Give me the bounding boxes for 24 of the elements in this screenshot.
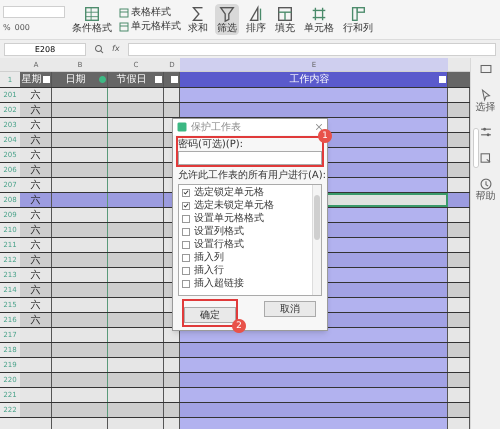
table-cell: 六 (20, 103, 52, 117)
table-cell: 六 (20, 178, 52, 192)
table-cell: 六 (20, 223, 52, 237)
table-cell: 六 (20, 298, 52, 312)
table-cell: 六 (20, 238, 52, 252)
dialog-title: 保护工作表 (191, 120, 242, 134)
table-cell: 六 (20, 193, 52, 207)
table-cell: 六 (20, 283, 52, 297)
table-cell: 六 (20, 118, 52, 132)
table-cell: 六 (20, 313, 52, 327)
column-header: 工作内容 (288, 72, 330, 87)
table-cell: 六 (20, 88, 52, 102)
function-label: fx (112, 43, 120, 55)
table-cell: 六 (20, 268, 52, 282)
table-cell: 六 (20, 133, 52, 147)
password-label: 密码(可选)(P): (178, 138, 244, 151)
table-cell: 六 (20, 163, 52, 177)
table-cell: 六 (20, 148, 52, 162)
column-header: 星期 (21, 72, 42, 87)
step-badge: 2 (232, 319, 246, 333)
table-cell: 六 (20, 208, 52, 222)
table-cell: 六 (20, 253, 52, 267)
column-header: 日期 (64, 72, 86, 87)
column-header: 节假日 (116, 72, 148, 87)
